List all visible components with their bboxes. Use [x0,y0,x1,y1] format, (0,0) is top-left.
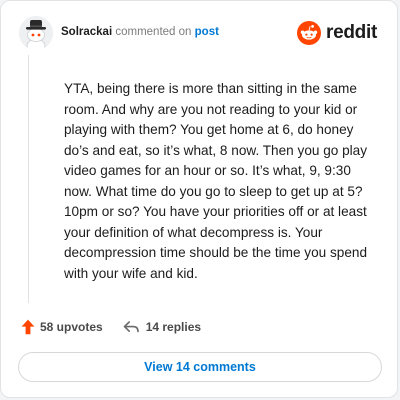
comment-body: YTA, being there is more than sitting in… [19,55,380,303]
author-line: Solrackai commented on post [61,26,219,38]
upvote-arrow-icon [21,319,35,335]
comment-header: Solrackai commented on post reddit [19,16,381,52]
reddit-wordmark: reddit [326,22,377,43]
reply-arrow-icon [123,320,139,334]
reddit-brand[interactable]: reddit [297,20,377,46]
comment-card: Solrackai commented on post reddit YTA, … [0,0,398,398]
view-comments-button[interactable]: View 14 comments [18,352,382,382]
reddit-logo-icon [297,21,322,45]
upvote-count: 58 upvotes [40,320,103,334]
post-link[interactable]: post [195,26,219,38]
comment-text: YTA, being there is more than sitting in… [64,81,368,281]
thread-line[interactable] [28,55,29,303]
username-link[interactable]: Solrackai [61,26,112,38]
action-text: commented on [115,26,192,38]
snoo-avatar-icon[interactable] [19,16,53,50]
comment-actions: 58 upvotes 14 replies [21,317,201,337]
replies-button[interactable]: 14 replies [123,320,201,334]
replies-count: 14 replies [145,320,202,334]
upvote-button[interactable]: 58 upvotes [21,319,103,335]
